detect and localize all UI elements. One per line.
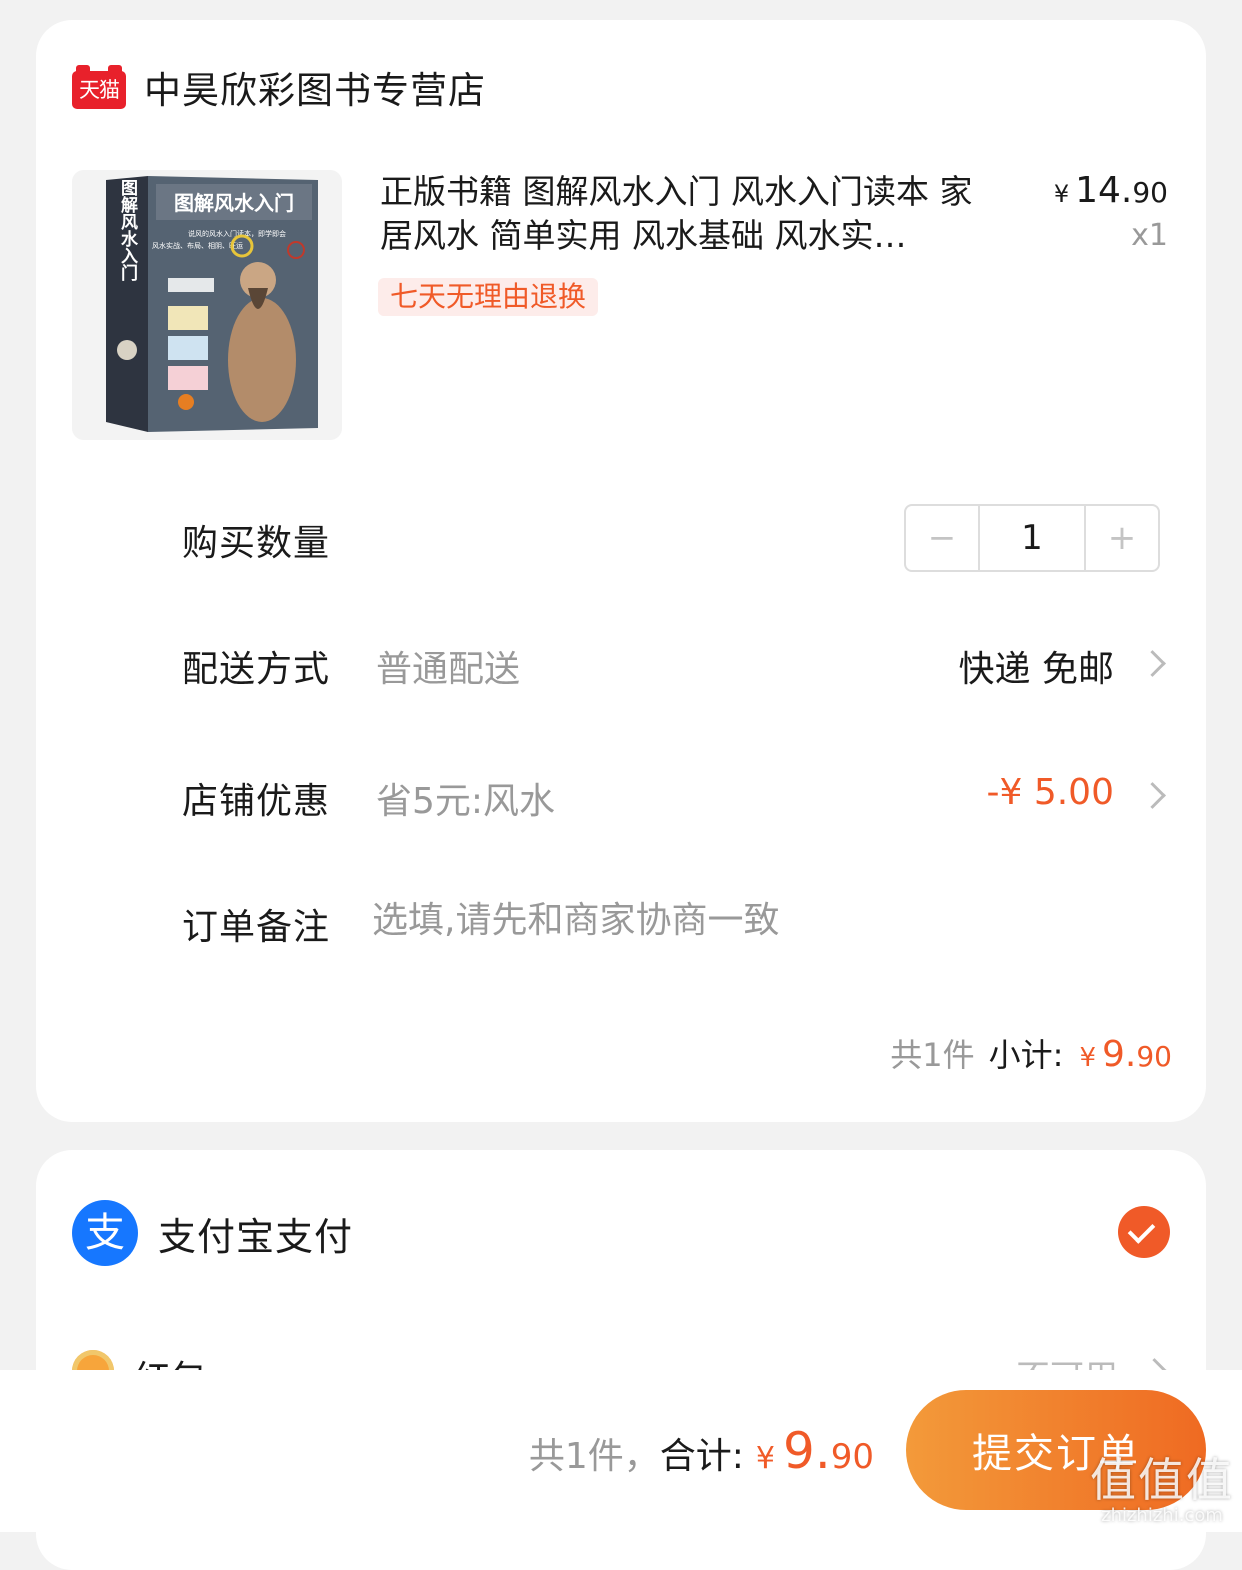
quantity-label: 购买数量 <box>182 523 331 564</box>
svg-text:图解风水入门: 图解风水入门 <box>117 179 138 282</box>
book-cover-icon: 图解风水入门 说风的风水入门读本，即学即会 风水实战、布局、相阴、旺运 图解风水… <box>72 170 342 440</box>
alipay-icon: 支 <box>72 1200 138 1266</box>
price-currency: ¥ <box>1053 180 1070 208</box>
checkmark-selected-icon[interactable] <box>1118 1206 1170 1258</box>
price-decimal: 90 <box>1132 176 1168 209</box>
discount-description: 省5元:风水 <box>376 781 556 822</box>
watermark: 值值值 zhizhizhi.com <box>1090 1454 1234 1526</box>
shipping-value[interactable]: 快递 免邮 <box>959 640 1114 692</box>
product-price: ¥14.90 <box>1054 170 1168 211</box>
shipping-method: 普通配送 <box>376 649 521 690</box>
remark-input[interactable] <box>372 892 1152 948</box>
total-integer: 9. <box>783 1422 831 1480</box>
watermark-logo: 值值值 <box>1090 1453 1234 1507</box>
subtotal: 共1件 小计: ¥9.90 <box>890 1030 1172 1076</box>
shipping-chevron-right-icon[interactable] <box>1139 650 1166 677</box>
subtotal-integer: 9. <box>1102 1034 1137 1075</box>
shop-header[interactable]: 天猫 中昊欣彩图书专营店 <box>72 64 486 112</box>
subtotal-count: 共1件 <box>890 1036 975 1074</box>
decrease-button[interactable]: − <box>906 506 978 570</box>
subtotal-decimal: 90 <box>1136 1040 1172 1073</box>
discount-label: 店铺优惠 <box>182 781 331 822</box>
subtotal-label: 小计: <box>988 1036 1064 1074</box>
watermark-url: zhizhizhi.com <box>1101 1505 1223 1526</box>
order-card: 天猫 中昊欣彩图书专营店 图解风水入门 说风的风水入门读本，即学即会 风水实战、… <box>36 20 1206 1122</box>
subtotal-currency: ¥ <box>1079 1043 1096 1073</box>
return-policy-badge: 七天无理由退换 <box>378 278 599 316</box>
total-currency: ¥ <box>755 1441 776 1476</box>
total-count: 共1件， <box>528 1436 660 1477</box>
quantity-value[interactable]: 1 <box>978 506 1086 570</box>
discount-chevron-right-icon[interactable] <box>1139 782 1166 809</box>
product-title[interactable]: 正版书籍 图解风水入门 风水入门读本 家居风水 简单实用 风水基础 风水实… <box>380 170 1000 258</box>
shipping-label: 配送方式 <box>182 649 331 690</box>
product-quantity: x1 <box>1131 218 1168 253</box>
discount-value[interactable]: -¥ 5.00 <box>987 772 1115 813</box>
subtotal-amount: ¥9.90 <box>1079 1034 1172 1075</box>
payment-method-label[interactable]: 支付宝支付 <box>158 1206 353 1261</box>
checkout-bar: 共1件，合计: ¥9.90 提交订单 值值值 zhizhizhi.com <box>0 1370 1242 1532</box>
product-image[interactable]: 图解风水入门 说风的风水入门读本，即学即会 风水实战、布局、相阴、旺运 图解风水… <box>72 170 342 440</box>
svg-text:图解风水入门: 图解风水入门 <box>174 191 294 215</box>
remark-label: 订单备注 <box>182 907 331 948</box>
total-summary: 共1件，合计: ¥9.90 <box>529 1422 874 1480</box>
increase-button[interactable]: + <box>1086 506 1158 570</box>
svg-text:风水实战、布局、相阴、旺运: 风水实战、布局、相阴、旺运 <box>152 241 243 250</box>
quantity-stepper[interactable]: − 1 + <box>904 504 1160 572</box>
shop-name: 中昊欣彩图书专营店 <box>144 69 486 112</box>
total-decimal: 90 <box>830 1437 874 1477</box>
tmall-logo-icon: 天猫 <box>72 65 126 109</box>
total-label: 合计: <box>659 1436 744 1477</box>
price-integer: 14. <box>1075 170 1133 211</box>
